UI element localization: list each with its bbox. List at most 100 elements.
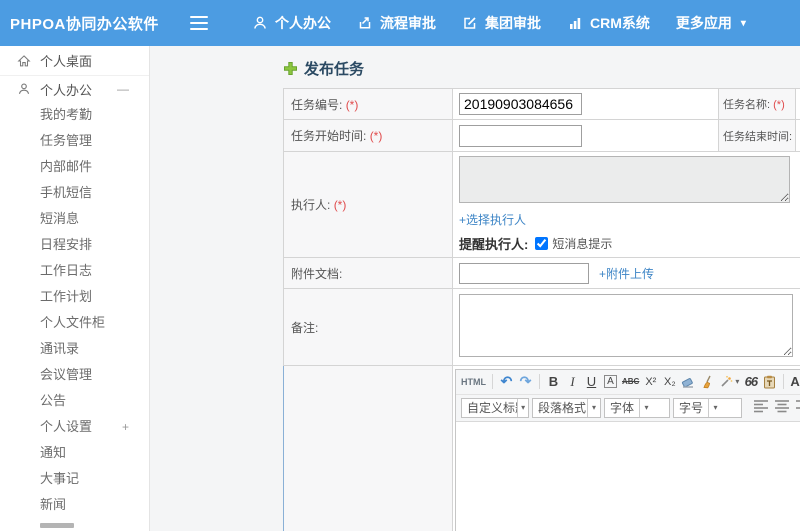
remind-executor-label: 提醒执行人:	[459, 237, 529, 252]
sidebar-item-internal-mail[interactable]: 内部邮件	[0, 154, 149, 180]
app-logo: PHPOA协同办公软件	[10, 15, 159, 33]
sidebar-item-sms[interactable]: 手机短信	[0, 180, 149, 206]
editor-toolbar-row2: 自定义标题▾ 段落格式▾ 字体▾ 字号▾	[456, 394, 800, 422]
home-icon	[17, 54, 31, 68]
blockquote-button[interactable]: 66	[743, 372, 758, 391]
table-row: 附件文档: +附件上传	[283, 257, 800, 289]
user-icon	[17, 82, 31, 96]
sidebar-item-memorabilia[interactable]: 大事记	[0, 466, 149, 492]
nav-personal-office[interactable]: 个人办公	[252, 13, 331, 33]
sidebar-item-task-management[interactable]: 任务管理	[0, 128, 149, 154]
magic-wand-icon[interactable]: ▾	[719, 372, 739, 391]
font-family-select[interactable]: 字体 ▾	[604, 397, 670, 418]
executor-textarea[interactable]	[459, 156, 790, 203]
publish-task-form: 任务编号: (*) 任务名称: (*) 任务开始时间: (*) 任务结束时间: …	[283, 88, 800, 531]
task-desc-label: 任务描述: (*)	[283, 365, 453, 531]
custom-heading-select[interactable]: 自定义标题▾	[461, 397, 529, 418]
sidebar: 个人桌面 个人办公 — 我的考勤 任务管理 内部邮件 手机短信 短消息 日程安排…	[0, 46, 150, 531]
sidebar-item-announcement[interactable]: 公告	[0, 388, 149, 414]
choose-executor-link[interactable]: +选择执行人	[459, 213, 526, 227]
rich-text-editor: HTML ↶ ↷ B I U A ABC X² X₂ ▾ 66 A 自定义标 ▾…	[455, 368, 800, 531]
table-row: 执行人: (*) +选择执行人 提醒执行人: 短消息提示	[283, 151, 800, 258]
underline-button[interactable]: U	[584, 372, 599, 391]
table-row: 任务描述: (*) HTML ↶ ↷ B I U A ABC X²	[283, 365, 800, 531]
sidebar-item-attendance[interactable]: 我的考勤	[0, 102, 149, 128]
sidebar-item-contacts[interactable]: 通讯录	[0, 336, 149, 362]
nav-crm-system[interactable]: CRM系统	[567, 13, 650, 33]
collapse-icon[interactable]: —	[117, 82, 129, 96]
attachment-label: 附件文档:	[283, 257, 453, 289]
strikethrough-button[interactable]: ABC	[622, 372, 639, 391]
attachment-input[interactable]	[459, 262, 589, 284]
paragraph-format-select[interactable]: 段落格式 ▾	[532, 397, 601, 418]
sidebar-item-short-message[interactable]: 短消息	[0, 206, 149, 232]
align-right-icon[interactable]	[795, 399, 800, 416]
attachment-upload-link[interactable]: +附件上传	[599, 267, 654, 281]
start-time-label: 任务开始时间: (*)	[283, 119, 453, 152]
sidebar-item-file-cabinet[interactable]: 个人文件柜	[0, 310, 149, 336]
sidebar-item-personal-settings[interactable]: 个人设置 +	[0, 414, 149, 440]
main-content: 发布任务 任务编号: (*) 任务名称: (*) 任务开始时间: (*) 任务结…	[150, 46, 800, 531]
subscript-button[interactable]: X₂	[662, 372, 677, 391]
nav-label: 个人办公	[275, 15, 331, 31]
nav-more-apps[interactable]: 更多应用 ▾	[676, 13, 746, 33]
start-time-input[interactable]	[459, 124, 582, 147]
remark-label: 备注:	[283, 288, 453, 366]
sms-remind-label: 短消息提示	[552, 237, 613, 251]
nav-workflow-approval[interactable]: 流程审批	[357, 13, 436, 33]
end-time-label: 任务结束时间: (*)	[718, 119, 796, 152]
font-color-button[interactable]: A▾	[790, 372, 800, 391]
flow-icon	[357, 15, 373, 31]
clean-format-broom-icon[interactable]	[700, 372, 715, 391]
sidebar-item-partial[interactable]	[0, 518, 149, 531]
nav-group-approval[interactable]: 集团审批	[462, 13, 541, 33]
sidebar-group-personal-office[interactable]: 个人办公 —	[0, 76, 149, 102]
expand-icon[interactable]: +	[122, 414, 129, 440]
paste-as-text-icon[interactable]	[762, 372, 777, 391]
top-nav: 个人办公 流程审批 集团审批 CRM系统 更多应用 ▾	[226, 13, 746, 33]
font-size-select[interactable]: 字号 ▾	[673, 397, 742, 418]
sidebar-item-work-plan[interactable]: 工作计划	[0, 284, 149, 310]
task-name-label: 任务名称: (*)	[718, 88, 796, 120]
table-row: 任务开始时间: (*) 任务结束时间: (*)	[283, 119, 800, 152]
undo-icon[interactable]: ↶	[499, 372, 514, 391]
align-center-icon[interactable]	[774, 399, 790, 416]
page-title-text: 发布任务	[304, 61, 365, 78]
table-row: 备注:	[283, 288, 800, 366]
superscript-button[interactable]: X²	[643, 372, 658, 391]
edit-icon	[462, 15, 478, 31]
nav-label: 更多应用	[675, 15, 732, 31]
editor-content-area[interactable]	[456, 421, 800, 531]
top-bar: PHPOA协同办公软件 个人办公 流程审批 集团审批 CRM系统 更多应用 ▾	[0, 0, 800, 46]
sidebar-item-meeting[interactable]: 会议管理	[0, 362, 149, 388]
nav-label: CRM系统	[590, 15, 650, 31]
sms-remind-checkbox[interactable]	[535, 237, 549, 250]
sidebar-group-label: 个人办公	[40, 82, 93, 98]
sidebar-item-label: 个人桌面	[40, 54, 93, 69]
chevron-down-icon: ▾	[639, 398, 653, 417]
nav-label: 流程审批	[380, 15, 436, 31]
eraser-icon[interactable]	[681, 372, 696, 391]
redo-icon[interactable]: ↷	[518, 372, 533, 391]
sidebar-item-notice[interactable]: 通知	[0, 440, 149, 466]
page-title: 发布任务	[283, 58, 364, 79]
italic-button[interactable]: I	[565, 372, 580, 391]
remark-textarea[interactable]	[459, 294, 793, 357]
bold-button[interactable]: B	[546, 372, 561, 391]
sidebar-submenu: 我的考勤 任务管理 内部邮件 手机短信 短消息 日程安排 工作日志 工作计划 个…	[0, 102, 149, 518]
editor-toolbar-row1: HTML ↶ ↷ B I U A ABC X² X₂ ▾ 66 A	[456, 369, 800, 395]
html-source-button[interactable]: HTML	[461, 372, 486, 391]
boxed-a-button[interactable]: A	[604, 375, 617, 388]
user-icon	[252, 15, 268, 31]
executor-label: 执行人: (*)	[283, 151, 453, 258]
sidebar-item-news[interactable]: 新闻	[0, 492, 149, 518]
bar-chart-icon	[567, 15, 583, 31]
chevron-down-icon: ▾	[735, 377, 740, 386]
sidebar-item-desktop[interactable]: 个人桌面	[0, 46, 149, 76]
task-no-input[interactable]	[459, 93, 582, 115]
hamburger-menu-icon[interactable]	[190, 16, 208, 30]
task-no-label: 任务编号: (*)	[283, 88, 453, 120]
sidebar-item-work-log[interactable]: 工作日志	[0, 258, 149, 284]
align-left-icon[interactable]	[753, 399, 769, 416]
sidebar-item-schedule[interactable]: 日程安排	[0, 232, 149, 258]
